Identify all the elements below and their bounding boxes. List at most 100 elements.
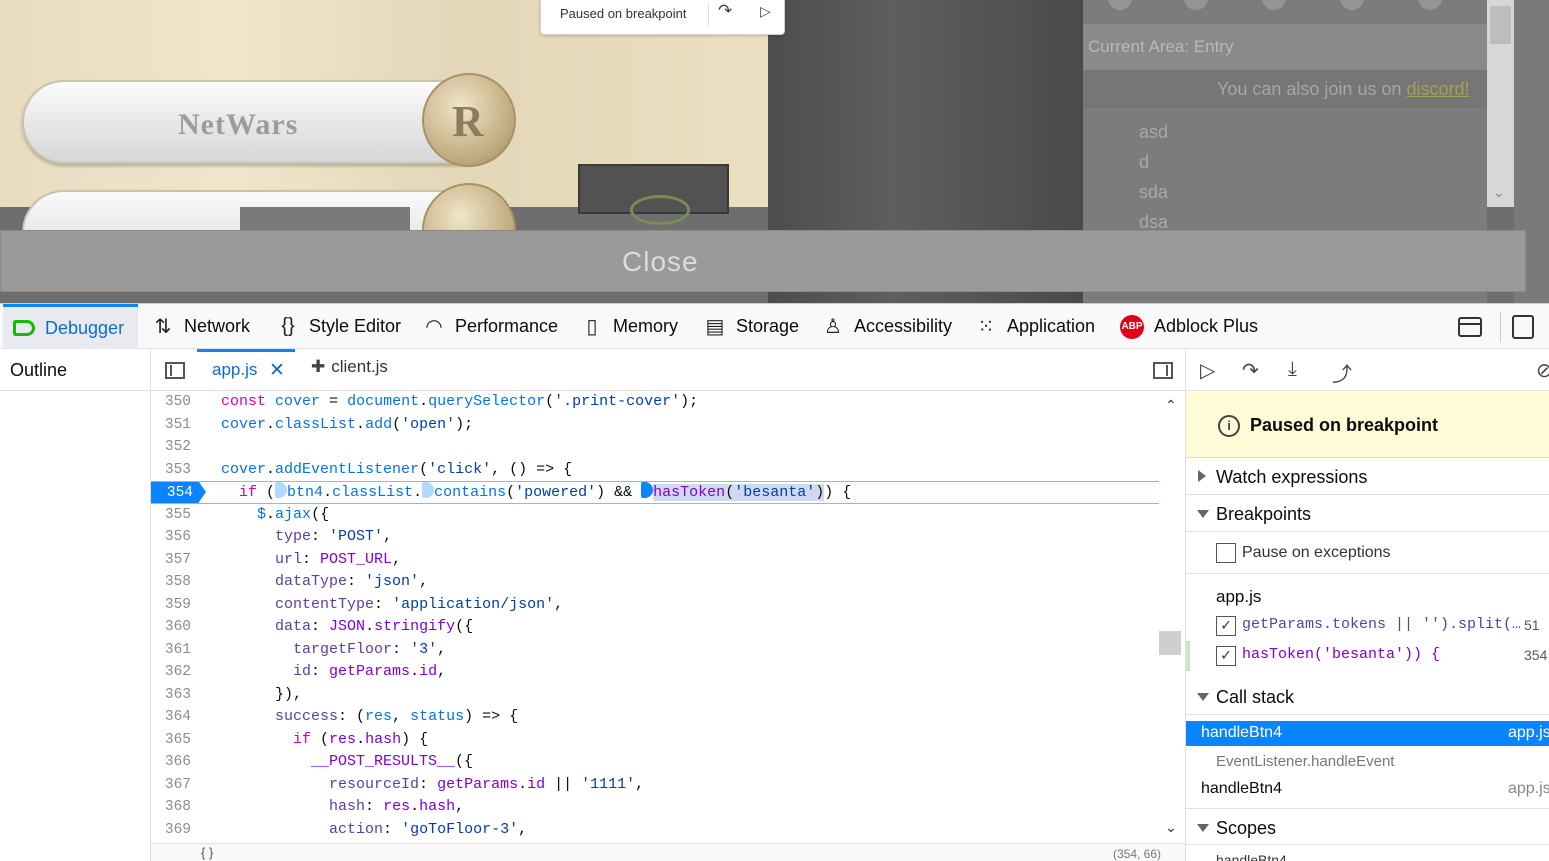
breakpoint-checkbox[interactable]: ✓ (1216, 646, 1236, 666)
code-line[interactable]: 352 (151, 436, 1159, 459)
close-button[interactable] (0, 230, 1526, 292)
code-line[interactable]: 362 id: getParams.id, (151, 661, 1159, 684)
tab-memory[interactable]: ▯ Memory (579, 304, 678, 349)
editor-scroll-thumb[interactable] (1159, 631, 1181, 655)
line-number[interactable]: 353 (151, 459, 197, 482)
volume-icon[interactable] (1184, 0, 1208, 10)
resume-icon[interactable]: ▷ (760, 3, 771, 20)
code-line[interactable]: 364 success: (res, status) => { (151, 706, 1159, 729)
step-in-icon[interactable]: ⤓ (1288, 358, 1297, 381)
toggle-sources-pane-icon[interactable] (165, 362, 185, 379)
line-code: dataType: 'json', (275, 573, 429, 590)
scroll-down-icon[interactable]: ⌄ (1165, 819, 1177, 836)
code-line[interactable]: 358 dataType: 'json', (151, 571, 1159, 594)
scroll-down-icon[interactable]: ⌄ (1493, 184, 1505, 201)
toggle-secondary-pane-icon[interactable] (1153, 362, 1173, 379)
collapse-arrow-icon (1197, 824, 1209, 832)
line-number-current[interactable]: 354 (151, 482, 199, 503)
line-number[interactable]: 365 (151, 729, 197, 752)
code-line[interactable]: 365 if (res.hash) { (151, 729, 1159, 752)
watch-expressions-header[interactable]: Watch expressions (1186, 458, 1549, 495)
pause-on-exceptions-checkbox[interactable] (1216, 543, 1236, 563)
column-breakpoint-icon[interactable] (422, 482, 435, 498)
step-over-icon[interactable]: ↷ (1242, 358, 1259, 383)
code-line[interactable]: 359 contentType: 'application/json', (151, 594, 1159, 617)
tab-style-editor[interactable]: {} Style Editor (275, 304, 401, 349)
responsive-design-icon[interactable] (1512, 315, 1534, 339)
column-breakpoint-icon[interactable] (275, 482, 288, 498)
collapse-arrow-icon (1197, 693, 1209, 701)
breakpoint-item[interactable]: ✓ getParams.tokens || '').split(… 51 (1186, 611, 1549, 641)
tab-debugger[interactable]: Debugger (3, 304, 138, 349)
tab-performance[interactable]: ◠ Performance (421, 304, 558, 349)
code-line[interactable]: 361 targetFloor: '3', (151, 639, 1159, 662)
scopes-header[interactable]: Scopes (1186, 808, 1549, 845)
editor-scrollbar[interactable]: ⌃ ⌄ (1159, 391, 1185, 843)
line-number[interactable]: 366 (151, 751, 197, 774)
line-number[interactable]: 355 (151, 504, 197, 527)
column-breakpoint-active-icon[interactable] (641, 482, 654, 498)
code-line[interactable]: 369 action: 'goToFloor-3', (151, 819, 1159, 842)
line-number[interactable]: 368 (151, 796, 197, 819)
pretty-print-button[interactable]: { } (201, 845, 213, 860)
settings-icon[interactable] (1340, 0, 1364, 10)
line-number[interactable]: 358 (151, 571, 197, 594)
chat-scroll-thumb[interactable] (1490, 6, 1511, 44)
call-stack-frame-selected[interactable]: handleBtn4 app.js (1186, 721, 1549, 746)
outline-title[interactable]: Outline (0, 349, 150, 391)
breakpoints-header[interactable]: Breakpoints (1186, 495, 1549, 532)
line-number[interactable]: 356 (151, 526, 197, 549)
code-line[interactable]: 356 type: 'POST', (151, 526, 1159, 549)
line-number[interactable]: 362 (151, 661, 197, 684)
line-number[interactable]: 352 (151, 436, 197, 459)
list-icon[interactable] (1262, 0, 1286, 10)
code-line[interactable]: 360 data: JSON.stringify({ (151, 616, 1159, 639)
code-line[interactable]: 363 }), (151, 684, 1159, 707)
code-line[interactable]: 357 url: POST_URL, (151, 549, 1159, 572)
breakpoint-item-current[interactable]: ✓ hasToken('besanta')) { 354 (1186, 641, 1549, 671)
step-over-icon[interactable]: ↷ (718, 1, 732, 21)
tab-network[interactable]: ⇅ Network (150, 304, 250, 349)
scroll-up-icon[interactable]: ⌃ (1165, 397, 1177, 414)
code-line[interactable]: 366 __POST_RESULTS__({ (151, 751, 1159, 774)
event-listener-frame[interactable]: EventListener.handleEvent (1216, 753, 1394, 770)
code-line[interactable]: 351 cover.classList.add('open'); (151, 414, 1159, 437)
line-number[interactable]: 363 (151, 684, 197, 707)
code-line[interactable]: 355 $.ajax({ (151, 504, 1159, 527)
line-number[interactable]: 364 (151, 706, 197, 729)
code-area[interactable]: 350 const cover = document.querySelector(… (151, 391, 1159, 843)
source-tab-client-js[interactable]: ✚ client.js (311, 357, 388, 377)
info-icon[interactable] (1108, 0, 1132, 10)
scope-item[interactable]: handleBtn4 (1216, 852, 1287, 861)
line-number[interactable]: 367 (151, 774, 197, 797)
line-number[interactable]: 351 (151, 414, 197, 437)
code-line[interactable]: 353 cover.addEventListener('click', () =>… (151, 459, 1159, 482)
breakpoint-checkbox[interactable]: ✓ (1216, 616, 1236, 636)
line-number[interactable]: 360 (151, 616, 197, 639)
step-out-icon[interactable]: ⤴ (1332, 358, 1352, 387)
line-number[interactable]: 357 (151, 549, 197, 572)
pause-on-exceptions-row[interactable]: Pause on exceptions (1186, 532, 1549, 574)
code-line[interactable]: 367 resourceId: getParams.id || '1111', (151, 774, 1159, 797)
code-line[interactable]: 350 const cover = document.querySelector(… (151, 391, 1159, 414)
dock-side-icon[interactable] (1458, 317, 1482, 337)
discord-link[interactable]: discord! (1406, 79, 1469, 99)
tab-adblock-plus[interactable]: ABP Adblock Plus (1120, 304, 1258, 349)
line-number[interactable]: 350 (151, 391, 197, 414)
call-stack-frame[interactable]: handleBtn4 app.js (1186, 777, 1549, 803)
line-number[interactable]: 361 (151, 639, 197, 662)
tab-storage[interactable]: ▤ Storage (702, 304, 800, 349)
tab-accessibility[interactable]: ♙ Accessibility (820, 304, 952, 349)
close-icon[interactable]: ✕ (269, 359, 285, 382)
tab-application[interactable]: ⁙ Application (973, 304, 1095, 349)
scroll-up-icon[interactable]: ⌃ (1493, 0, 1505, 11)
deactivate-breakpoints-icon[interactable]: ⊘ (1536, 358, 1549, 383)
call-stack-header[interactable]: Call stack (1186, 678, 1549, 715)
line-number[interactable]: 369 (151, 819, 197, 842)
source-tab-app-js[interactable]: app.js ✕ (197, 349, 295, 391)
code-line-current[interactable]: 354 if (btn4.classList. contains('powered… (151, 481, 1159, 504)
resume-icon[interactable]: ▷ (1200, 358, 1215, 383)
line-number[interactable]: 359 (151, 594, 197, 617)
code-line[interactable]: 368 hash: res.hash, (151, 796, 1159, 819)
user-icon[interactable] (1418, 0, 1442, 10)
